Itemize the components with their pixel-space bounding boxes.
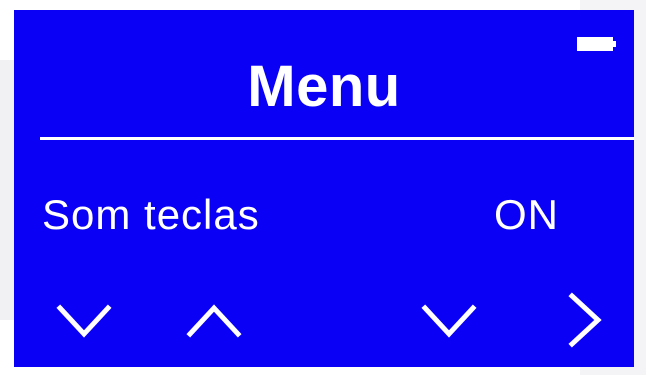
chevron-right-icon (568, 292, 602, 348)
up-arrow-icon (186, 304, 242, 338)
down-arrow-button[interactable] (54, 290, 114, 350)
battery-full-icon (577, 37, 617, 53)
chevron-down-icon (421, 304, 477, 338)
value-down-button[interactable] (419, 290, 479, 350)
device-screen: Menu Som teclas ON (14, 10, 634, 367)
down-arrow-icon (56, 304, 112, 338)
menu-item-label: Som teclas (42, 191, 260, 238)
page-title: Menu (247, 54, 401, 119)
up-arrow-button[interactable] (184, 290, 244, 350)
next-button[interactable] (554, 290, 614, 350)
title-divider (40, 137, 634, 140)
menu-item-value: ON (494, 191, 559, 238)
